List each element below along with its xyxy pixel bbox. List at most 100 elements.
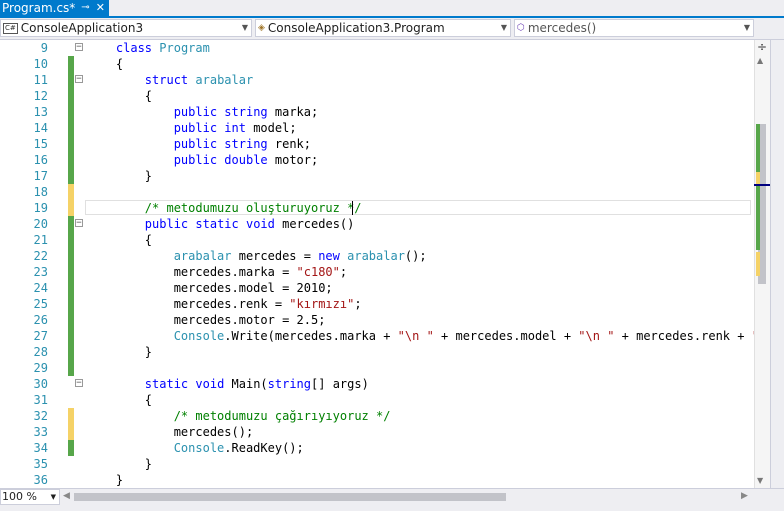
code-editor[interactable]: 9− class Program 10 {11− struct arabalar 1…: [0, 40, 754, 488]
code-token: "\n ": [578, 329, 615, 343]
code-token: public: [173, 121, 218, 135]
text-caret: [352, 201, 353, 215]
code-line[interactable]: 21 {: [0, 232, 754, 248]
code-line[interactable]: 14 public int model;: [0, 120, 754, 136]
split-editor-icon[interactable]: ÷: [757, 40, 767, 54]
code-line[interactable]: 10 {: [0, 56, 754, 72]
code-line[interactable]: 23 mercedes.marka = "c180";: [0, 264, 754, 280]
code-line[interactable]: 28 }: [0, 344, 754, 360]
code-token: "kırmızı": [289, 297, 355, 311]
zoom-level: 100 %: [2, 490, 37, 503]
code-token: motor;: [267, 153, 319, 167]
code-line[interactable]: 30 − static void Main(string[] args): [0, 376, 754, 392]
code-line[interactable]: 29: [0, 360, 754, 376]
horizontal-scroll-thumb[interactable]: [74, 493, 506, 501]
code-token: + mercedes.renk +: [614, 329, 752, 343]
code-token: "\n ": [397, 329, 434, 343]
collapse-icon[interactable]: −: [75, 43, 83, 52]
code-text: mercedes.renk = "kırmızı";: [87, 296, 362, 312]
code-line[interactable]: 27 Console.Write(mercedes.marka + "\n " …: [0, 328, 754, 344]
code-token: [] args): [311, 377, 369, 391]
code-text: Console.Write(mercedes.marka + "\n " + m…: [87, 328, 754, 344]
scroll-right-icon[interactable]: ▶: [741, 491, 748, 501]
code-token: public: [173, 105, 218, 119]
navigation-bar: C# ConsoleApplication3 ▼ ◈ ConsoleApplic…: [0, 18, 784, 40]
code-line[interactable]: 19 /* metodumuzu oluşturuyoruz */: [0, 200, 754, 216]
code-line[interactable]: 25 mercedes.renk = "kırmızı";: [0, 296, 754, 312]
code-token: + mercedes.model +: [433, 329, 579, 343]
code-line[interactable]: 26 mercedes.motor = 2.5;: [0, 312, 754, 328]
zoom-dropdown[interactable]: 100 % ▼: [0, 489, 60, 505]
change-indicator: [68, 152, 74, 168]
code-token: arabalar: [173, 249, 232, 263]
change-indicator: [68, 168, 74, 184]
chevron-down-icon: ▼: [241, 23, 248, 32]
type-dropdown[interactable]: ◈ ConsoleApplication3.Program ▼: [255, 19, 511, 37]
code-token: mercedes =: [231, 249, 319, 263]
code-line[interactable]: 18: [0, 184, 754, 200]
close-icon[interactable]: ✕: [96, 0, 105, 16]
code-line[interactable]: 11 − struct arabalar: [0, 72, 754, 88]
code-line[interactable]: 12 {: [0, 88, 754, 104]
code-line[interactable]: 34 Console.ReadKey();: [0, 440, 754, 456]
code-text: }: [87, 472, 123, 488]
chevron-down-icon: ▼: [743, 23, 750, 32]
member-dropdown-label: mercedes(): [527, 21, 597, 35]
line-number: 24: [33, 281, 48, 295]
collapse-icon[interactable]: −: [75, 219, 83, 228]
code-line[interactable]: 22 arabalar mercedes = new arabalar();: [0, 248, 754, 264]
code-line[interactable]: 15 public string renk;: [0, 136, 754, 152]
collapse-icon[interactable]: −: [75, 379, 83, 388]
change-indicator: [68, 424, 74, 440]
code-token: string: [224, 105, 268, 119]
code-token: public: [173, 137, 218, 151]
change-indicator: [68, 72, 74, 88]
code-line[interactable]: 33 mercedes();: [0, 424, 754, 440]
code-token: mercedes(): [274, 217, 355, 231]
code-text: public int model;: [87, 120, 297, 136]
code-token: mercedes.renk =: [87, 297, 290, 311]
code-line[interactable]: 35 }: [0, 456, 754, 472]
code-token: int: [224, 121, 246, 135]
code-token: /* metodumuzu çağırıyıyoruz */: [173, 409, 391, 423]
code-line[interactable]: 36 }: [0, 472, 754, 488]
code-line[interactable]: 31 {: [0, 392, 754, 408]
code-line[interactable]: 9 − class Program: [0, 40, 754, 56]
code-token: void: [195, 377, 225, 391]
code-token: struct: [144, 73, 189, 87]
scroll-change-marker: [756, 186, 760, 250]
code-text: public string renk;: [87, 136, 311, 152]
code-token: {: [87, 393, 153, 407]
line-number: 12: [33, 89, 48, 103]
code-token: double: [224, 153, 268, 167]
code-line[interactable]: 32 /* metodumuzu çağırıyıyoruz */: [0, 408, 754, 424]
code-token: .Write(mercedes.marka +: [224, 329, 398, 343]
change-indicator: [68, 296, 74, 312]
project-dropdown[interactable]: C# ConsoleApplication3 ▼: [0, 19, 252, 37]
code-text: public static void mercedes(): [87, 216, 355, 232]
pin-icon[interactable]: ⊸: [81, 0, 89, 16]
member-dropdown[interactable]: ⬡ mercedes() ▼: [514, 19, 754, 37]
code-token: ;: [339, 265, 348, 279]
collapse-icon[interactable]: −: [75, 75, 83, 84]
change-indicator: [68, 104, 74, 120]
change-indicator: [68, 184, 74, 200]
code-token: {: [87, 89, 153, 103]
code-line[interactable]: 24 mercedes.model = 2010;: [0, 280, 754, 296]
code-text: mercedes.model = 2010;: [87, 280, 333, 296]
scroll-left-icon[interactable]: ◀: [63, 491, 70, 501]
project-dropdown-label: ConsoleApplication3: [20, 21, 144, 35]
document-tab[interactable]: Program.cs* ⊸ ✕: [0, 0, 109, 16]
code-token: ;: [354, 297, 362, 311]
chevron-down-icon: ▼: [50, 493, 56, 501]
code-line[interactable]: 16 public double motor;: [0, 152, 754, 168]
code-line[interactable]: 13 public string marka;: [0, 104, 754, 120]
code-line[interactable]: 20 − public static void mercedes(): [0, 216, 754, 232]
scroll-down-icon[interactable]: ▼: [757, 476, 763, 485]
scroll-up-icon[interactable]: ▲: [757, 56, 763, 65]
change-indicator: [68, 248, 74, 264]
code-line[interactable]: 17 }: [0, 168, 754, 184]
